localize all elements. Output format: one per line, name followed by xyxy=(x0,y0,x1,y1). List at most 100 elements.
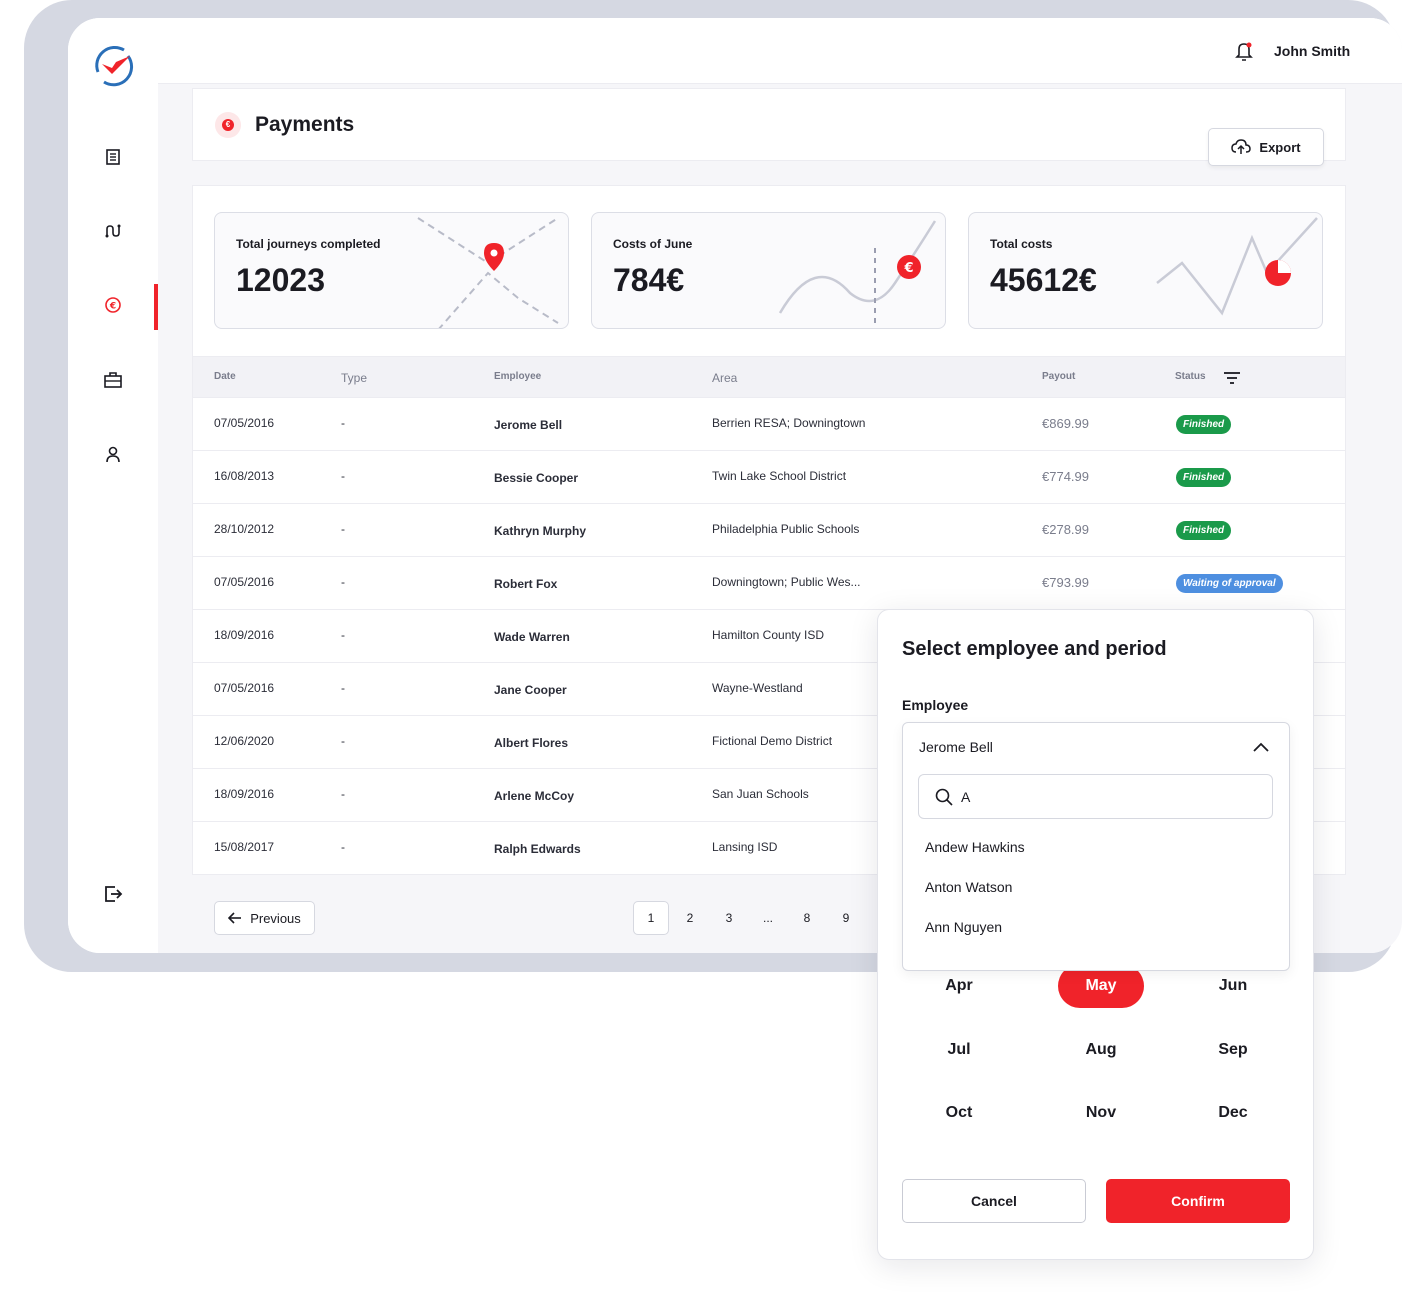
nav-documents[interactable] xyxy=(98,142,128,172)
area-cell: Wayne-Westland xyxy=(712,681,803,695)
area-cell: Downingtown; Public Wes... xyxy=(712,575,861,589)
table-row[interactable]: 07/05/2016 - Robert Fox Downingtown; Public… xyxy=(193,557,1345,610)
type-cell: - xyxy=(341,469,345,483)
column-header-status[interactable]: Status xyxy=(1175,371,1206,382)
column-header-type[interactable]: Type xyxy=(341,371,367,385)
user-icon xyxy=(106,446,120,463)
employee-option[interactable]: Ann Nguyen xyxy=(925,919,1002,935)
column-header-payout[interactable]: Payout xyxy=(1042,371,1075,382)
date-cell: 07/05/2016 xyxy=(214,416,275,430)
bell-icon xyxy=(1235,42,1253,61)
stat-card-june: Costs of June 784€ € xyxy=(591,212,946,329)
payout-cell: €869.99 xyxy=(1042,416,1089,431)
date-cell: 07/05/2016 xyxy=(214,681,275,695)
month-oct[interactable]: Oct xyxy=(916,1091,1002,1135)
page-button[interactable]: ... xyxy=(750,901,786,935)
area-cell: Lansing ISD xyxy=(712,840,778,854)
date-cell: 18/09/2016 xyxy=(214,628,275,642)
stat-value: 12023 xyxy=(236,262,325,298)
page-button[interactable]: 8 xyxy=(789,901,825,935)
payout-cell: €774.99 xyxy=(1042,469,1089,484)
type-cell: - xyxy=(341,416,345,430)
table-row[interactable]: 28/10/2012 - Kathryn Murphy Philadelphia Pu… xyxy=(193,504,1345,557)
page-button[interactable]: 2 xyxy=(672,901,708,935)
type-cell: - xyxy=(341,628,345,642)
arrow-left-icon xyxy=(228,912,242,924)
svg-text:€: € xyxy=(903,261,913,276)
date-cell: 16/08/2013 xyxy=(214,469,275,483)
select-period-modal: Select employee and period Employee Jero… xyxy=(877,609,1314,1260)
briefcase-icon xyxy=(104,372,122,388)
date-cell: 07/05/2016 xyxy=(214,575,275,589)
svg-text:€: € xyxy=(109,302,116,312)
nav-routes[interactable] xyxy=(98,216,128,246)
page-header: € Payments xyxy=(192,88,1346,161)
previous-button[interactable]: Previous xyxy=(214,901,315,935)
dropdown-toggle[interactable] xyxy=(1253,739,1269,757)
notifications-button[interactable] xyxy=(1234,40,1254,67)
page-button[interactable]: 1 xyxy=(633,901,669,935)
employee-cell: Wade Warren xyxy=(494,630,570,644)
date-cell: 18/09/2016 xyxy=(214,787,275,801)
column-header-area[interactable]: Area xyxy=(712,371,737,385)
area-cell: Twin Lake School District xyxy=(712,469,847,483)
column-header-employee[interactable]: Employee xyxy=(494,371,541,382)
confirm-button[interactable]: Confirm xyxy=(1106,1179,1290,1223)
page-button[interactable]: 9 xyxy=(828,901,864,935)
payout-cell: €793.99 xyxy=(1042,575,1089,590)
month-sep[interactable]: Sep xyxy=(1190,1028,1276,1072)
area-cell: Hamilton County ISD xyxy=(712,628,825,642)
date-cell: 28/10/2012 xyxy=(214,522,275,536)
filter-icon xyxy=(1224,372,1240,384)
area-cell: Fictional Demo District xyxy=(712,734,833,748)
status-badge: Finished xyxy=(1176,415,1232,434)
column-header-date[interactable]: Date xyxy=(214,371,236,382)
page-button[interactable]: 3 xyxy=(711,901,747,935)
selected-employee[interactable]: Jerome Bell xyxy=(919,739,993,755)
month-aug[interactable]: Aug xyxy=(1058,1028,1144,1072)
employee-search-input[interactable] xyxy=(961,786,1251,808)
table-row[interactable]: 07/05/2016 - Jerome Bell Berrien RESA; Down… xyxy=(193,398,1345,451)
month-jul[interactable]: Jul xyxy=(916,1028,1002,1072)
user-name[interactable]: John Smith xyxy=(1274,43,1350,59)
search-icon xyxy=(935,788,953,806)
zigzag-illustration xyxy=(1156,217,1318,316)
trend-line-illustration: € xyxy=(778,220,937,328)
employee-option[interactable]: Andew Hawkins xyxy=(925,839,1025,855)
month-dec[interactable]: Dec xyxy=(1190,1091,1276,1135)
filter-button[interactable] xyxy=(1223,370,1241,391)
euro-icon: € xyxy=(105,297,121,313)
nav-payments[interactable]: € xyxy=(98,290,128,320)
nav-logout[interactable] xyxy=(98,879,128,909)
area-cell: Philadelphia Public Schools xyxy=(712,522,860,536)
stat-label: Costs of June xyxy=(613,237,693,251)
nav-briefcase[interactable] xyxy=(98,365,128,395)
logo-icon[interactable] xyxy=(90,42,136,88)
employee-search xyxy=(918,774,1273,819)
type-cell: - xyxy=(341,734,345,748)
table-row[interactable]: 16/08/2013 - Bessie Cooper Twin Lake School… xyxy=(193,451,1345,504)
nav-profile[interactable] xyxy=(98,439,128,469)
upload-icon xyxy=(1231,139,1252,154)
employee-cell: Kathryn Murphy xyxy=(494,524,587,538)
status-badge: Waiting of approval xyxy=(1176,574,1283,593)
payout-cell: €278.99 xyxy=(1042,522,1089,537)
stat-card-total: Total costs 45612€ xyxy=(968,212,1323,329)
employee-cell: Jerome Bell xyxy=(494,418,563,432)
cancel-button[interactable]: Cancel xyxy=(902,1179,1086,1223)
table-header: Date Type Employee Area Payout Status xyxy=(193,356,1345,398)
type-cell: - xyxy=(341,787,345,801)
date-cell: 15/08/2017 xyxy=(214,840,275,854)
month-nov[interactable]: Nov xyxy=(1058,1091,1144,1135)
logout-icon xyxy=(105,886,123,902)
employee-label: Employee xyxy=(902,697,969,713)
type-cell: - xyxy=(341,522,345,536)
topbar: John Smith xyxy=(158,18,1402,84)
employee-option[interactable]: Anton Watson xyxy=(925,879,1012,895)
export-button[interactable]: Export xyxy=(1208,128,1324,166)
employee-cell: Jane Cooper xyxy=(494,683,567,697)
area-cell: San Juan Schools xyxy=(712,787,809,801)
export-label: Export xyxy=(1259,139,1301,155)
map-route-illustration xyxy=(417,217,559,328)
employee-dropdown[interactable]: Jerome Bell Andew Hawkins Anton Watson Ann… xyxy=(902,722,1290,971)
